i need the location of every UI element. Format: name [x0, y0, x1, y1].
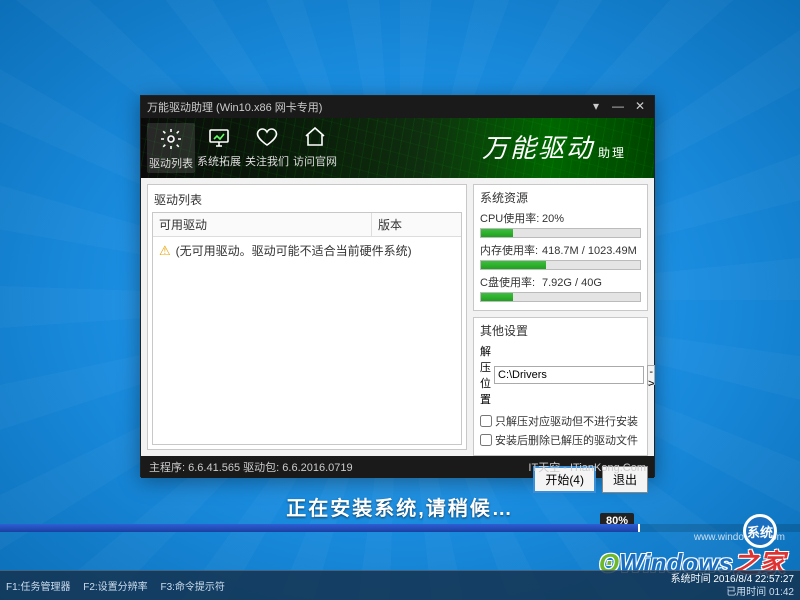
f3-shortcut[interactable]: F3:命令提示符: [160, 582, 224, 593]
cpu-bar: [480, 228, 641, 238]
window-title: 万能驱动助理 (Win10.x86 网卡专用): [147, 99, 322, 115]
other-settings-panel: 其他设置 解压位置 -> 只解压对应驱动但不进行安装 安装后删除已解压的驱动文件: [473, 317, 648, 456]
disk-bar-fill: [481, 293, 513, 301]
warning-icon: ⚠: [159, 243, 171, 259]
monitor-icon: [195, 123, 243, 151]
browse-button[interactable]: ->: [647, 365, 655, 385]
elapsed-time: 已用时间 01:42: [671, 586, 794, 599]
taskbar-shortcuts: F1:任务管理器 F2:设置分辨率 F3:命令提示符: [6, 578, 235, 593]
brand-logo: 万能驱动助理: [482, 128, 626, 165]
taskbar: F1:任务管理器 F2:设置分辨率 F3:命令提示符 系统时间 2016/8/4…: [0, 570, 800, 600]
panel-title: 驱动列表: [152, 189, 462, 212]
right-panel: 系统资源 CPU使用率:20% 内存使用率:418.7M / 1023.49M …: [473, 184, 648, 450]
cpu-row: CPU使用率:20%: [480, 210, 641, 238]
nav-follow-us[interactable]: 关注我们: [243, 123, 291, 173]
panel-title: 其他设置: [480, 322, 641, 339]
system-time: 系统时间 2016/8/4 22:57:27: [671, 573, 794, 586]
vendor-link[interactable]: IT天空 - ITianKong.Com: [528, 459, 646, 475]
nav-system-ext[interactable]: 系统拓展: [195, 123, 243, 173]
col-driver-version[interactable]: 版本: [371, 213, 461, 236]
extract-only-checkbox[interactable]: 只解压对应驱动但不进行安装: [480, 413, 641, 429]
version-text: 主程序: 6.6.41.565 驱动包: 6.6.2016.0719: [149, 459, 353, 475]
minimize-icon[interactable]: —: [608, 96, 628, 116]
nav-label: 访问官网: [291, 153, 339, 169]
nav-driver-list[interactable]: 驱动列表: [147, 123, 195, 173]
f2-shortcut[interactable]: F2:设置分辨率: [83, 582, 147, 593]
mem-bar-fill: [481, 261, 546, 269]
watermark-url: www.windowszj.com: [599, 532, 785, 543]
menu-icon[interactable]: ▾: [586, 96, 606, 116]
extract-path-input[interactable]: [494, 366, 644, 384]
nav-label: 关注我们: [243, 153, 291, 169]
path-label: 解压位置: [480, 343, 491, 407]
install-status-text: 正在安装系统,请稍候…: [286, 492, 514, 521]
table-row[interactable]: ⚠ (无可用驱动。驱动可能不适合当前硬件系统): [153, 237, 461, 264]
heart-icon: [243, 123, 291, 151]
system-resources-panel: 系统资源 CPU使用率:20% 内存使用率:418.7M / 1023.49M …: [473, 184, 648, 311]
taskbar-clock: 系统时间 2016/8/4 22:57:27 已用时间 01:42: [671, 573, 794, 599]
mem-bar: [480, 260, 641, 270]
install-progress-bar: [0, 524, 800, 532]
home-icon: [291, 123, 339, 151]
statusbar: 主程序: 6.6.41.565 驱动包: 6.6.2016.0719 IT天空 …: [141, 456, 654, 478]
cpu-bar-fill: [481, 229, 513, 237]
titlebar[interactable]: 万能驱动助理 (Win10.x86 网卡专用) ▾ — ✕: [141, 96, 654, 118]
delete-after-checkbox[interactable]: 安装后删除已解压的驱动文件: [480, 432, 641, 448]
gear-icon: [147, 125, 195, 153]
main-area: 驱动列表 可用驱动 版本 ⚠ (无可用驱动。驱动可能不适合当前硬件系统) 系统资…: [141, 178, 654, 456]
disk-bar: [480, 292, 641, 302]
install-progress-fill: [0, 524, 640, 532]
nav-website[interactable]: 访问官网: [291, 123, 339, 173]
nav-label: 系统拓展: [195, 153, 243, 169]
nav-label: 驱动列表: [147, 155, 195, 171]
panel-title: 系统资源: [480, 189, 641, 206]
header-strip: 驱动列表 系统拓展 关注我们 访问官网 万能驱动: [141, 118, 654, 178]
col-driver-name[interactable]: 可用驱动: [153, 213, 371, 236]
close-icon[interactable]: ✕: [630, 96, 650, 116]
table-header: 可用驱动 版本: [153, 213, 461, 237]
mem-row: 内存使用率:418.7M / 1023.49M: [480, 242, 641, 270]
f1-shortcut[interactable]: F1:任务管理器: [6, 582, 70, 593]
driver-list-panel: 驱动列表 可用驱动 版本 ⚠ (无可用驱动。驱动可能不适合当前硬件系统): [147, 184, 467, 450]
driver-table: 可用驱动 版本 ⚠ (无可用驱动。驱动可能不适合当前硬件系统): [152, 212, 462, 445]
driver-message: (无可用驱动。驱动可能不适合当前硬件系统): [176, 242, 412, 259]
driver-assistant-window: 万能驱动助理 (Win10.x86 网卡专用) ▾ — ✕ 驱动列表 系统拓展: [140, 95, 655, 477]
disk-row: C盘使用率:7.92G / 40G: [480, 274, 641, 302]
